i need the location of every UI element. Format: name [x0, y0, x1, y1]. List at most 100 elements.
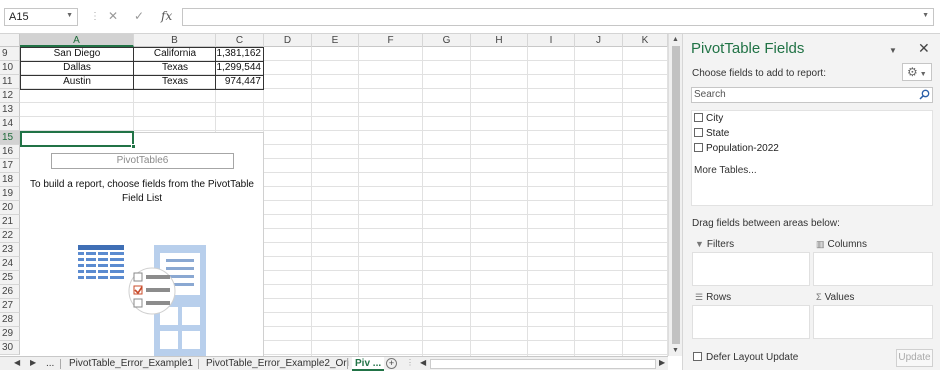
row-header[interactable]: 25	[0, 271, 20, 285]
more-tables-link[interactable]: More Tables...	[694, 165, 757, 176]
sheet-tab[interactable]: PivotTable_Error_Example2_Ori	[206, 357, 349, 371]
row-header[interactable]: 14	[0, 117, 20, 131]
formula-expand-icon[interactable]: ▼	[922, 12, 929, 19]
row-header[interactable]: 30	[0, 341, 20, 355]
row-header[interactable]: 23	[0, 243, 20, 257]
field-checkbox[interactable]	[694, 128, 703, 137]
scroll-thumb[interactable]	[672, 46, 680, 344]
formula-input[interactable]: ▼	[182, 8, 934, 26]
grid-line	[20, 102, 668, 103]
tools-button[interactable]: ⚙ ▼	[902, 63, 932, 81]
cell-population[interactable]: 974,447	[216, 75, 264, 89]
column-header[interactable]: K	[623, 34, 668, 47]
row-header[interactable]: 20	[0, 201, 20, 215]
checklist-icon	[128, 267, 176, 315]
field-checkbox[interactable]	[694, 143, 703, 152]
cell-state[interactable]: Texas	[134, 75, 216, 89]
hscroll-left-icon[interactable]: ◀	[420, 358, 426, 367]
columns-drop-area[interactable]	[813, 252, 933, 286]
tab-next-icon[interactable]: ▶	[30, 358, 36, 367]
search-icon[interactable]	[919, 89, 930, 100]
filters-drop-area[interactable]	[692, 252, 810, 286]
columns-area-label: ▥ Columns	[816, 239, 867, 250]
tab-prev-icon[interactable]: ◀	[14, 358, 20, 367]
scroll-up-icon[interactable]: ▲	[672, 36, 679, 43]
fill-handle[interactable]	[131, 144, 136, 149]
field-search-input[interactable]: Search	[691, 87, 933, 103]
row-header[interactable]: 10	[0, 61, 20, 75]
grid-line	[470, 47, 471, 356]
cell-state[interactable]: California	[134, 47, 216, 61]
field-item-state[interactable]: State	[694, 128, 729, 140]
row-header[interactable]: 15	[0, 131, 20, 145]
sheet-tab[interactable]: PivotTable_Error_Example1	[69, 357, 193, 371]
defer-checkbox[interactable]	[693, 352, 702, 361]
sheet-tab-bar: ◀ ▶ ... PivotTable_Error_Example1 PivotT…	[0, 356, 668, 371]
field-checkbox[interactable]	[694, 113, 703, 122]
cancel-icon[interactable]: ✕	[108, 9, 118, 23]
row-header[interactable]: 26	[0, 285, 20, 299]
tab-divider	[60, 359, 61, 369]
pane-options-dropdown-icon[interactable]: ▼	[889, 46, 897, 55]
cell-population[interactable]: 1,381,162	[216, 47, 264, 61]
cell-state[interactable]: Texas	[134, 61, 216, 75]
function-icon[interactable]: fx	[161, 9, 172, 23]
tab-overflow[interactable]: ...	[46, 357, 54, 371]
row-header[interactable]: 13	[0, 103, 20, 117]
table-divider	[215, 47, 216, 90]
horizontal-scrollbar[interactable]	[430, 359, 656, 369]
values-label: Values	[824, 292, 855, 303]
row-header[interactable]: 29	[0, 327, 20, 341]
row-header[interactable]: 21	[0, 215, 20, 229]
pivot-table-placeholder[interactable]: PivotTable6 To build a report, choose fi…	[20, 132, 264, 356]
row-header[interactable]: 11	[0, 75, 20, 89]
column-header[interactable]: B	[134, 34, 216, 47]
column-header[interactable]: C	[216, 34, 264, 47]
cell-population[interactable]: 1,299,544	[216, 61, 264, 75]
row-header[interactable]: 19	[0, 187, 20, 201]
field-item-city[interactable]: City	[694, 113, 723, 125]
add-sheet-button[interactable]: +	[386, 358, 397, 369]
active-cell-selection[interactable]	[20, 131, 136, 149]
column-header[interactable]: F	[359, 34, 423, 47]
rows-drop-area[interactable]	[692, 305, 810, 339]
filters-label: Filters	[706, 239, 735, 250]
sheet-tab-active[interactable]: Piv ...	[352, 357, 385, 371]
row-header[interactable]: 27	[0, 299, 20, 313]
column-header[interactable]: G	[423, 34, 471, 47]
field-item-population[interactable]: Population-2022	[694, 143, 779, 155]
row-header[interactable]: 28	[0, 313, 20, 327]
column-header[interactable]: H	[471, 34, 528, 47]
select-all-corner[interactable]	[0, 34, 20, 47]
row-header[interactable]: 18	[0, 173, 20, 187]
column-header[interactable]: I	[528, 34, 575, 47]
column-header[interactable]: D	[264, 34, 312, 47]
cell-city[interactable]: Dallas	[20, 61, 134, 75]
hscroll-right-icon[interactable]: ▶	[659, 358, 665, 367]
defer-layout-checkbox[interactable]: Defer Layout Update	[693, 352, 798, 363]
row-header[interactable]: 24	[0, 257, 20, 271]
pivot-table-name: PivotTable6	[51, 153, 234, 169]
row-header[interactable]: 22	[0, 229, 20, 243]
field-list: City State Population-2022 More Tables..…	[691, 110, 933, 206]
column-header[interactable]: J	[575, 34, 623, 47]
update-button[interactable]: Update	[896, 349, 933, 367]
column-header[interactable]: A	[20, 34, 134, 47]
name-box-dropdown-icon[interactable]: ▼	[66, 12, 73, 19]
name-box[interactable]: A15 ▼	[4, 8, 78, 26]
row-header[interactable]: 17	[0, 159, 20, 173]
grid-line	[622, 47, 623, 356]
row-header[interactable]: 12	[0, 89, 20, 103]
row-header[interactable]: 9	[0, 47, 20, 61]
cell-city[interactable]: San Diego	[20, 47, 134, 61]
worksheet-grid[interactable]: ABCDEFGHIJK 9 10 11 12 13 14 15 16 17 18 19 20 21 22 2…	[0, 34, 668, 356]
cell-city[interactable]: Austin	[20, 75, 134, 89]
enter-icon[interactable]: ✓	[134, 9, 144, 23]
vertical-scrollbar[interactable]: ▲ ▼	[668, 34, 682, 356]
field-label: City	[706, 113, 724, 124]
row-header[interactable]: 16	[0, 145, 20, 159]
close-icon[interactable]: ✕	[918, 40, 930, 57]
scroll-down-icon[interactable]: ▼	[672, 347, 679, 354]
column-header[interactable]: E	[312, 34, 359, 47]
values-drop-area[interactable]	[813, 305, 933, 339]
